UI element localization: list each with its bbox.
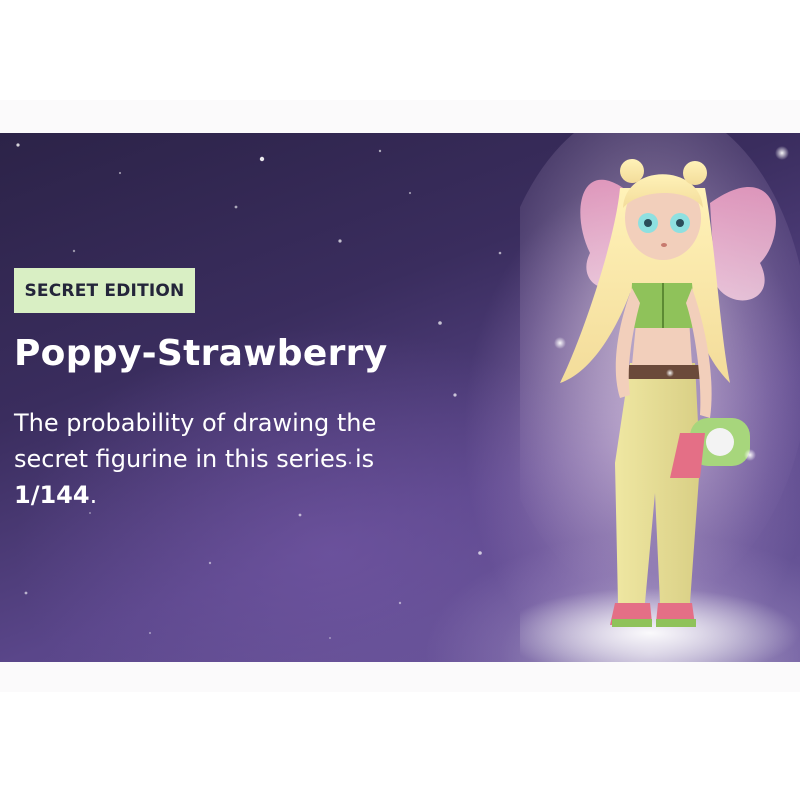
page: SECRET EDITION Poppy-Strawberry The prob… <box>0 0 800 800</box>
probability-description: The probability of drawing the secret fi… <box>14 405 434 513</box>
bottom-band <box>0 662 800 692</box>
probability-text: The probability of drawing the secret fi… <box>14 409 377 473</box>
secret-edition-banner: SECRET EDITION Poppy-Strawberry The prob… <box>0 133 800 662</box>
figure-title: Poppy-Strawberry <box>14 333 388 374</box>
probability-odds: 1/144 <box>14 481 90 509</box>
secret-edition-badge: SECRET EDITION <box>14 268 195 313</box>
fairy-figurine-illustration <box>520 133 800 662</box>
probability-suffix: . <box>89 481 98 509</box>
top-band <box>0 100 800 133</box>
